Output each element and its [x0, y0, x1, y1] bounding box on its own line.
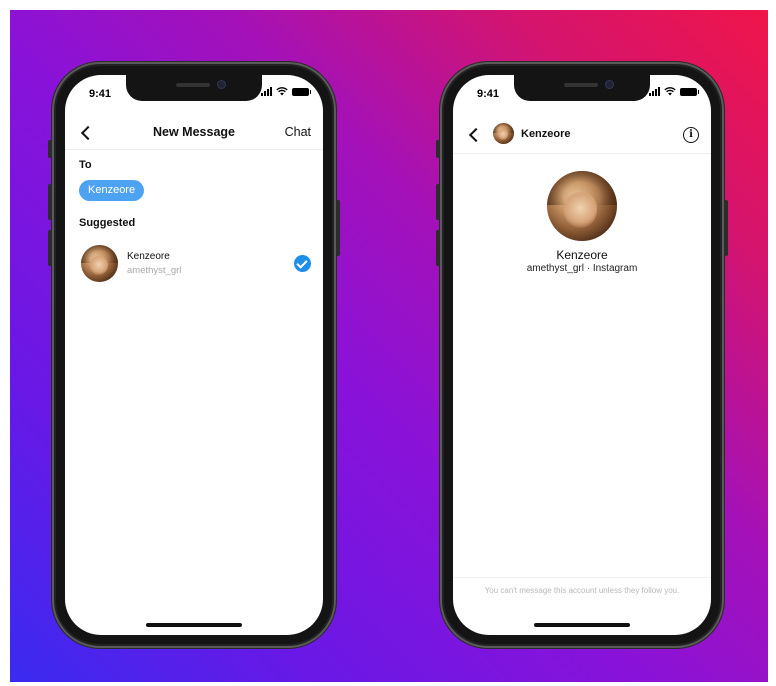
status-time: 9:41: [89, 88, 112, 100]
nav-bar: New Message Chat: [65, 115, 323, 150]
recipient-chip[interactable]: Kenzeore: [79, 180, 145, 201]
signal-icon: [261, 87, 272, 96]
notch: [126, 75, 262, 101]
suggested-username: amethyst_grl: [127, 265, 182, 276]
profile-subtitle: amethyst_grl · Instagram: [526, 263, 638, 274]
battery-icon: [292, 87, 311, 96]
conversation-header: Kenzeore i: [453, 115, 711, 154]
notch: [514, 75, 650, 101]
volume-down-button: [48, 230, 52, 266]
status-icons: [261, 87, 311, 96]
volume-down-button: [436, 230, 440, 266]
avatar: [81, 245, 118, 282]
status-time: 9:41: [477, 88, 500, 100]
screen: 9:41 New Message Chat To Kenzeore Sugges…: [65, 75, 323, 635]
chevron-left-icon[interactable]: [468, 127, 484, 143]
header-name[interactable]: Kenzeore: [521, 128, 571, 140]
suggested-label: Suggested: [79, 217, 136, 229]
profile-avatar: [547, 171, 617, 241]
message-restriction-note: You can't message this account unless th…: [453, 577, 711, 595]
screen: 9:41 Kenzeore i Kenzeore amethyst_grl · …: [453, 75, 711, 635]
mute-switch: [48, 140, 52, 158]
chat-button[interactable]: Chat: [285, 125, 311, 139]
mute-switch: [436, 140, 440, 158]
wifi-icon: [664, 87, 676, 96]
volume-up-button: [48, 184, 52, 220]
battery-icon: [680, 87, 699, 96]
profile-name: Kenzeore: [556, 248, 608, 262]
list-item[interactable]: Kenzeore amethyst_grl: [65, 239, 323, 289]
to-label: To: [79, 159, 92, 171]
phone-conversation: 9:41 Kenzeore i Kenzeore amethyst_grl · …: [436, 62, 728, 648]
suggested-name: Kenzeore: [127, 251, 170, 262]
home-indicator: [146, 623, 242, 627]
checkmark-icon[interactable]: [294, 255, 311, 272]
gradient-background: 9:41 New Message Chat To Kenzeore Sugges…: [10, 10, 768, 682]
home-indicator: [534, 623, 630, 627]
wifi-icon: [276, 87, 288, 96]
power-button: [724, 200, 728, 256]
info-icon[interactable]: i: [683, 127, 699, 143]
power-button: [336, 200, 340, 256]
status-icons: [649, 87, 699, 96]
volume-up-button: [436, 184, 440, 220]
header-avatar[interactable]: [493, 123, 514, 144]
phone-new-message: 9:41 New Message Chat To Kenzeore Sugges…: [48, 62, 340, 648]
signal-icon: [649, 87, 660, 96]
